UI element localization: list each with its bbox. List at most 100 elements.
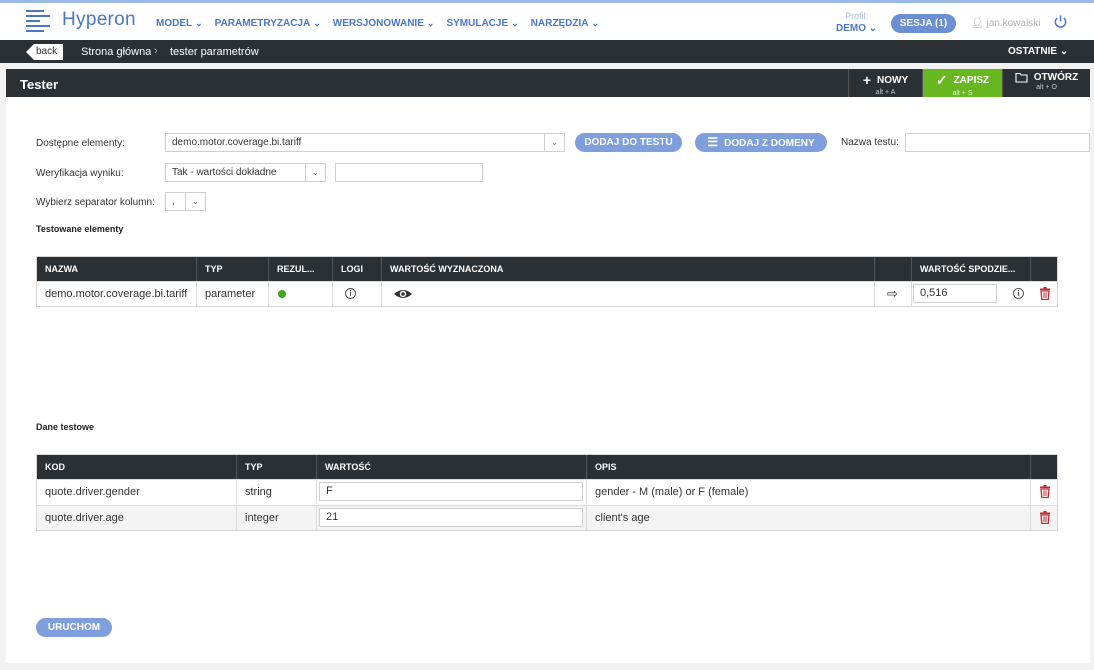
tested-elements-table: NAZWA TYP REZUL... LOGI WARTOŚĆ WYZNACZO… <box>36 256 1058 307</box>
col-value[interactable]: WARTOŚĆ <box>317 455 587 479</box>
chevron-down-icon: ⌄ <box>195 18 203 28</box>
breadcrumb-bar: back Strona główna › tester parametrów O… <box>0 40 1094 63</box>
test-name-label: Nazwa testu: <box>841 137 899 148</box>
arrow-right-icon[interactable]: ⇨ <box>887 282 898 306</box>
logo-text: Hyperon <box>62 9 136 30</box>
trash-icon[interactable] <box>1039 485 1051 498</box>
breadcrumb-current: tester parametrów <box>170 46 259 58</box>
col-type[interactable]: TYP <box>197 257 269 281</box>
profile-selector[interactable]: Profil: DEMO ⌄ <box>836 11 877 34</box>
top-bar: Hyperon MODEL ⌄ PARAMETRYZACJA ⌄ WERSJONOW… <box>0 0 1094 40</box>
run-button[interactable]: URUCHOM <box>36 618 112 637</box>
chevron-down-icon: ⌄ <box>185 193 205 210</box>
eye-icon[interactable] <box>393 288 413 300</box>
plus-icon: + <box>862 72 872 88</box>
add-from-domain-button[interactable]: ☰ DODAJ Z DOMENY <box>695 133 827 152</box>
main-menu: MODEL ⌄ PARAMETRYZACJA ⌄ WERSJONOWANIE ⌄ SY… <box>156 18 611 29</box>
table-row: quote.driver.age integer 21 client's age <box>37 505 1057 530</box>
chevron-down-icon: ⌄ <box>426 18 435 28</box>
profile-value: DEMO ⌄ <box>836 23 878 34</box>
user-name: jan.kowalski <box>986 18 1041 29</box>
trash-icon[interactable] <box>1039 511 1051 524</box>
checkmark-icon: ✓ <box>935 72 948 88</box>
col-expected[interactable]: WARTOŚĆ SPODZIE... <box>912 257 1031 281</box>
menu-parametryzacja[interactable]: PARAMETRYZACJA ⌄ <box>215 18 321 29</box>
chevron-down-icon: ⌄ <box>591 18 599 28</box>
info-icon[interactable]: i <box>1013 288 1024 299</box>
logo[interactable]: Hyperon <box>26 9 136 32</box>
chevron-down-icon: ⌄ <box>544 134 564 151</box>
save-button[interactable]: ✓ ZAPISZ alt + S <box>922 69 1002 97</box>
expected-value-input[interactable]: 0,516 <box>913 284 997 303</box>
cell-expected: 0,516 i <box>912 282 1031 306</box>
session-button[interactable]: SESJA (1) <box>891 14 956 33</box>
user-menu[interactable]: 👤︎ jan.kowalski <box>971 18 1040 29</box>
test-data-table: KOD TYP WARTOŚĆ OPIS quote.driver.gender… <box>36 454 1058 531</box>
cell-result <box>269 282 333 306</box>
panel-header: Tester + NOWY alt + A ✓ ZAPISZ alt + S OTW… <box>6 69 1090 97</box>
test-data-heading: Dane testowe <box>36 422 95 432</box>
breadcrumb-home[interactable]: Strona główna <box>81 46 151 58</box>
menu-wersjonowanie[interactable]: WERSJONOWANIE ⌄ <box>333 18 435 29</box>
value-input[interactable]: F <box>319 482 583 501</box>
cell-value: F <box>317 480 587 504</box>
available-elements-select[interactable]: demo.motor.coverage.bi.tariff ⌄ <box>165 133 565 152</box>
col-logs[interactable]: LOGI <box>333 257 382 281</box>
result-status-dot <box>278 290 286 298</box>
cell-code: quote.driver.age <box>37 506 237 530</box>
tested-elements-heading: Testowane elementy <box>36 224 124 234</box>
cell-arrow: ⇨ <box>875 282 912 306</box>
menu-narzedzia[interactable]: NARZĘDZIA ⌄ <box>531 18 599 29</box>
profile-label: Profil: <box>845 11 869 21</box>
breadcrumb-separator-icon: › <box>154 45 158 57</box>
back-button[interactable]: back <box>26 44 63 60</box>
open-button[interactable]: OTWÓRZ alt + O <box>1002 69 1090 97</box>
user-icon: 👤︎ <box>971 18 984 29</box>
table-header: KOD TYP WARTOŚĆ OPIS <box>37 455 1057 479</box>
new-button[interactable]: + NOWY alt + A <box>848 69 922 97</box>
verification-extra-input[interactable] <box>335 163 483 182</box>
power-icon[interactable] <box>1053 14 1068 29</box>
cell-description: gender - M (male) or F (female) <box>587 480 1031 504</box>
chevron-down-icon: ⌄ <box>313 18 321 28</box>
menu-model[interactable]: MODEL ⌄ <box>156 18 203 29</box>
cell-type: string <box>237 480 317 504</box>
table-row: quote.driver.gender string F gender - M … <box>37 479 1057 504</box>
separator-label: Wybierz separator kolumn: <box>36 197 155 208</box>
list-icon: ☰ <box>707 135 719 149</box>
chevron-down-icon: ⌄ <box>868 23 878 34</box>
cell-description: client's age <box>587 506 1031 530</box>
tester-panel: Tester + NOWY alt + A ✓ ZAPISZ alt + S OTW… <box>6 69 1090 663</box>
menu-symulacje[interactable]: SYMULACJE ⌄ <box>446 18 518 29</box>
chevron-down-icon: ⌄ <box>1059 46 1069 57</box>
verification-label: Weryfikacja wyniku: <box>36 168 124 179</box>
cell-type: parameter <box>197 282 269 306</box>
page-title: Tester <box>20 77 59 92</box>
separator-select[interactable]: , ⌄ <box>165 192 206 211</box>
available-elements-label: Dostępne elementy: <box>36 138 125 149</box>
col-description[interactable]: OPIS <box>587 455 1031 479</box>
cell-value: 21 <box>317 506 587 530</box>
cell-computed <box>382 282 875 306</box>
col-result[interactable]: REZUL... <box>269 257 333 281</box>
recent-menu[interactable]: OSTATNIE ⌄ <box>1008 46 1068 57</box>
col-actions <box>1031 455 1059 479</box>
col-arrow <box>875 257 912 281</box>
folder-icon <box>1015 72 1028 83</box>
verification-select[interactable]: Tak - wartości dokładne ⌄ <box>165 163 326 182</box>
cell-code: quote.driver.gender <box>37 480 237 504</box>
info-icon[interactable]: i <box>345 288 356 299</box>
value-input[interactable]: 21 <box>319 508 583 527</box>
cell-type: integer <box>237 506 317 530</box>
test-name-input[interactable] <box>905 133 1090 152</box>
col-name[interactable]: NAZWA <box>37 257 197 281</box>
col-code[interactable]: KOD <box>37 455 237 479</box>
add-to-test-button[interactable]: DODAJ DO TESTU <box>575 133 682 152</box>
cell-name: demo.motor.coverage.bi.tariff <box>37 282 197 306</box>
hyperon-logo-icon <box>26 9 50 32</box>
col-computed[interactable]: WARTOŚĆ WYZNACZONA <box>382 257 875 281</box>
cell-logs: i <box>333 282 382 306</box>
trash-icon[interactable] <box>1039 287 1051 300</box>
col-type[interactable]: TYP <box>237 455 317 479</box>
col-actions <box>1031 257 1059 281</box>
